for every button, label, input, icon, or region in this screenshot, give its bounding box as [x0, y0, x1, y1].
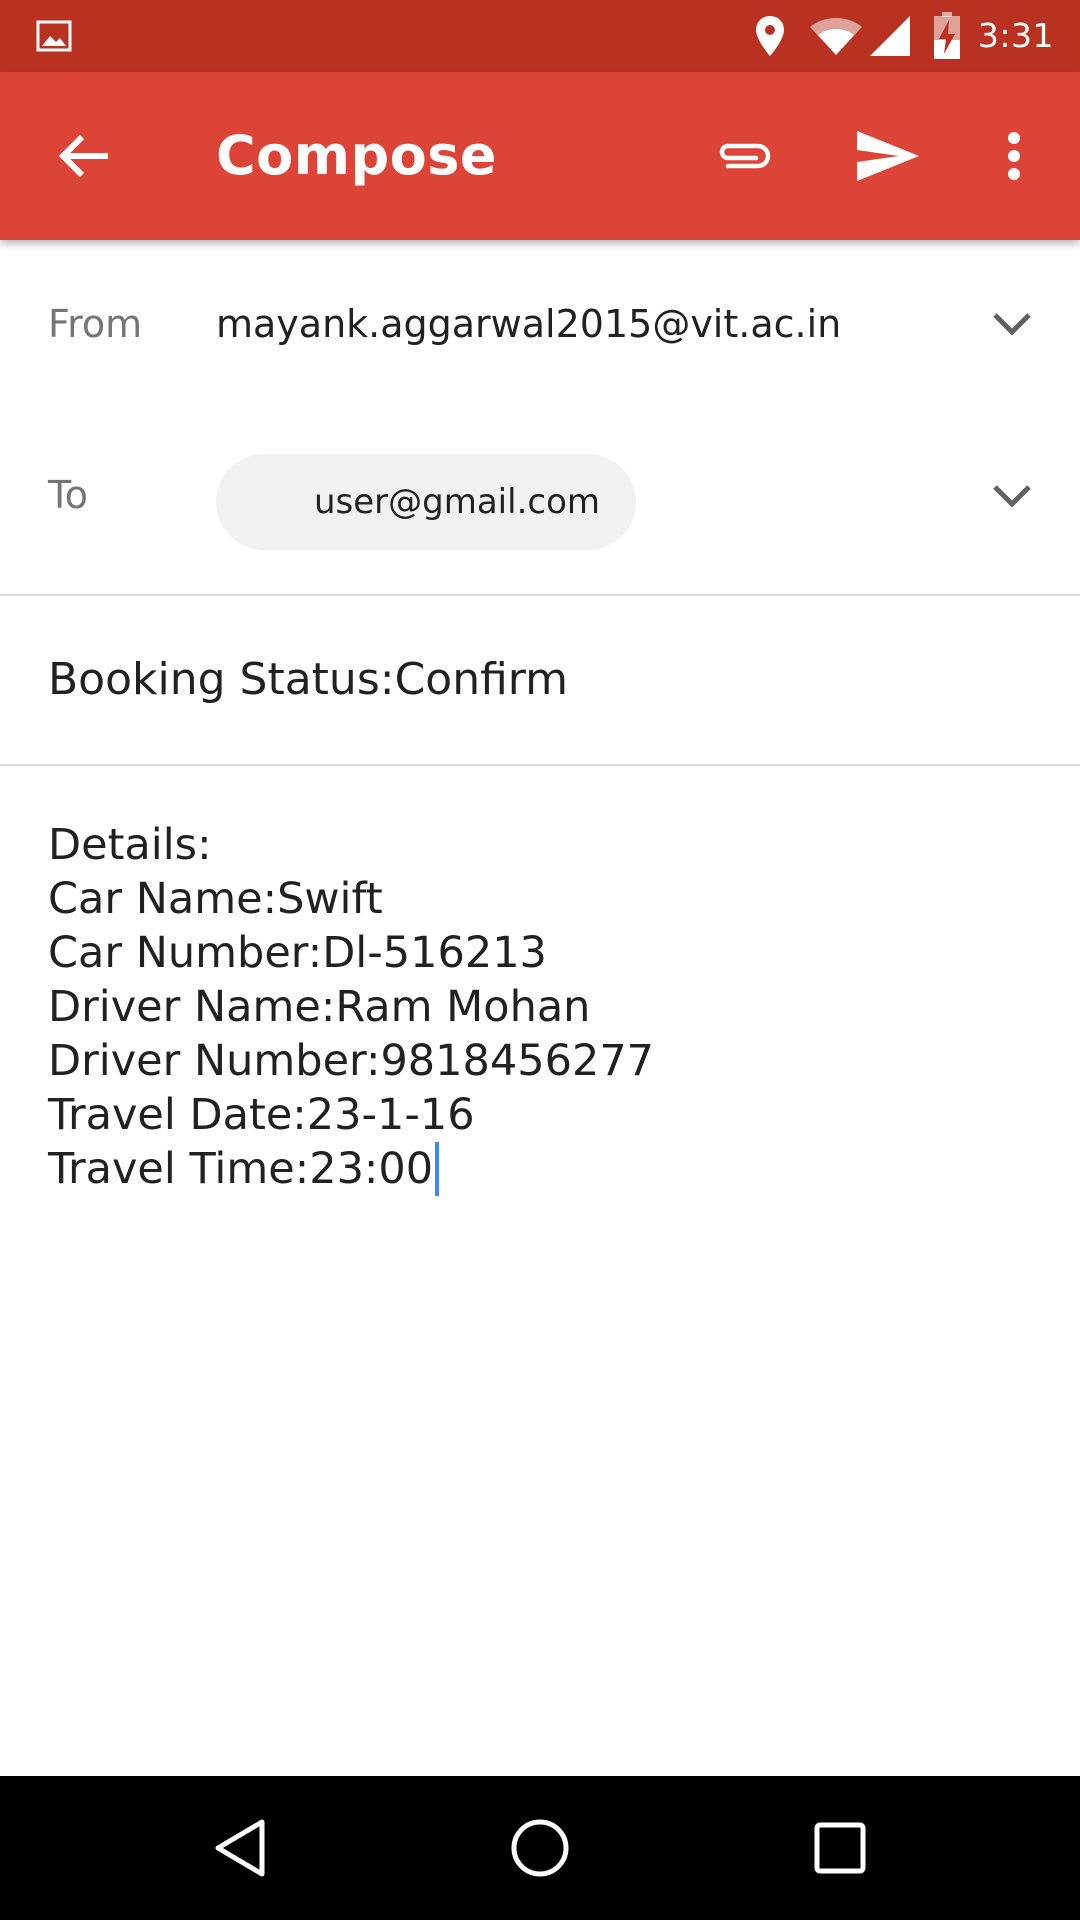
cell-signal-icon [868, 0, 912, 72]
nav-back-button[interactable] [168, 1776, 312, 1920]
status-time: 3:31 [977, 16, 1054, 55]
chevron-down-icon [993, 485, 1031, 508]
to-label: To [48, 473, 89, 517]
text-cursor [435, 1142, 440, 1196]
chevron-down-icon [993, 313, 1031, 336]
back-arrow-icon [58, 134, 108, 178]
compose-body[interactable]: Details: Car Name:Swift Car Number:Dl-51… [48, 818, 1028, 1196]
wifi-icon [806, 0, 866, 72]
subject-row[interactable]: Booking Status:Confirm [0, 596, 1080, 766]
page-title: Compose [216, 124, 498, 187]
back-button[interactable] [40, 72, 128, 240]
recipient-email: user@gmail.com [313, 482, 600, 522]
compose-screen: 3:31 Compose From mayank.aggarwal2015@vi… [0, 0, 1080, 1920]
battery-charging-icon [932, 0, 962, 72]
body-line: Details: [48, 820, 212, 870]
from-label: From [48, 302, 143, 346]
navigation-bar [0, 1776, 1080, 1920]
attach-button[interactable] [700, 72, 788, 240]
body-line-last: Travel Time:23:00 [48, 1142, 1028, 1196]
body-line: Driver Name:Ram Mohan [48, 982, 591, 1032]
body-line: Car Name:Swift [48, 874, 383, 924]
back-nav-icon [215, 1819, 265, 1877]
more-options-button[interactable] [978, 72, 1050, 240]
from-account[interactable]: mayank.aggarwal2015@vit.ac.in [216, 240, 841, 408]
send-button[interactable] [844, 72, 932, 240]
status-bar: 3:31 [0, 0, 1080, 72]
home-nav-icon [511, 1819, 569, 1877]
nav-recents-button[interactable] [768, 1776, 912, 1920]
body-line: Driver Number:9818456277 [48, 1036, 655, 1086]
nav-home-button[interactable] [468, 1776, 612, 1920]
recents-nav-icon [814, 1822, 866, 1874]
app-bar: Compose [0, 72, 1080, 240]
body-line: Car Number:Dl-516213 [48, 928, 547, 978]
attach-icon [719, 143, 771, 169]
to-dropdown-button[interactable] [988, 472, 1036, 520]
from-row[interactable]: From mayank.aggarwal2015@vit.ac.in [0, 240, 1080, 410]
body-line: Travel Date:23-1-16 [48, 1090, 475, 1140]
location-icon [750, 0, 790, 72]
recipient-chip[interactable]: user@gmail.com [216, 454, 636, 550]
more-vert-icon [1008, 132, 1020, 180]
image-notification-icon [34, 0, 74, 72]
subject-field[interactable]: Booking Status:Confirm [48, 596, 568, 764]
body-line-text: Travel Time:23:00 [48, 1144, 434, 1194]
from-dropdown-button[interactable] [988, 300, 1036, 348]
send-icon [857, 131, 919, 181]
